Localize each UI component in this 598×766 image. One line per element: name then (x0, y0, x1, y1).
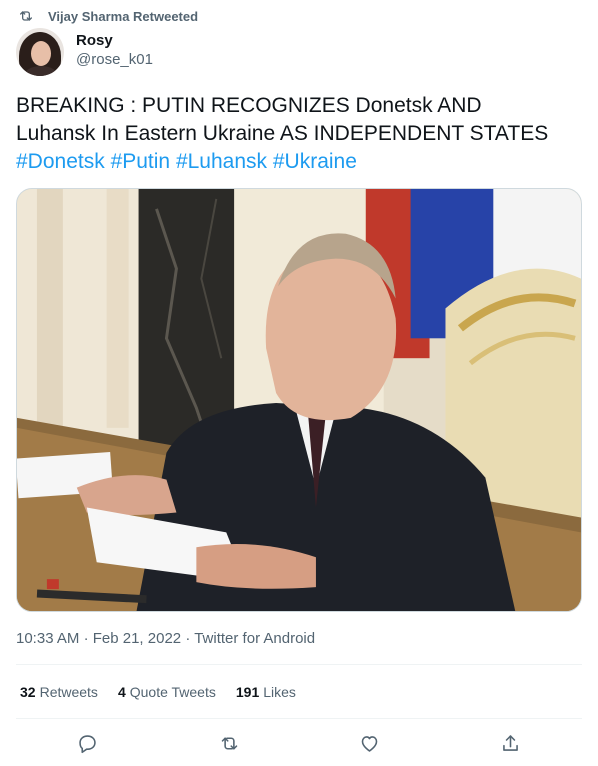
tweet-text: BREAKING : PUTIN RECOGNIZES Donetsk AND … (16, 92, 586, 176)
tweet-hashtags: #Donetsk #Putin #Luhansk #Ukraine (16, 148, 586, 176)
tweet-author: Rosy @rose_k01 (16, 28, 153, 76)
tweet-source[interactable]: Twitter for Android (194, 630, 315, 647)
share-button[interactable] (497, 730, 523, 756)
hashtag-link[interactable]: #Luhansk (176, 150, 267, 173)
hashtag-link[interactable]: #Putin (111, 150, 171, 173)
author-display-name[interactable]: Rosy (76, 32, 153, 50)
retweet-icon (221, 736, 237, 750)
hashtag-link[interactable]: #Donetsk (16, 150, 105, 173)
tweet-photo[interactable] (16, 188, 582, 612)
tweet-date[interactable]: Feb 21, 2022 (93, 630, 181, 647)
likes-count[interactable]: 191 Likes (236, 684, 296, 700)
divider (16, 664, 582, 665)
retweets-count[interactable]: 32 Retweets (20, 684, 98, 700)
retweet-icon (20, 11, 32, 21)
reply-button[interactable] (74, 730, 100, 756)
retweet-banner[interactable]: Vijay Sharma Retweeted (18, 7, 198, 25)
like-button[interactable] (356, 730, 382, 756)
quote-tweets-count[interactable]: 4 Quote Tweets (118, 684, 216, 700)
tweet-stats: 32 Retweets 4 Quote Tweets 191 Likes (20, 684, 316, 700)
tweet-actions (16, 730, 582, 756)
tweet-metadata: 10:33 AM · Feb 21, 2022 · Twitter for An… (16, 630, 316, 647)
retweet-button[interactable] (216, 730, 242, 756)
author-handle[interactable]: @rose_k01 (76, 50, 153, 70)
divider (16, 718, 582, 719)
hashtag-link[interactable]: #Ukraine (273, 150, 357, 173)
reply-icon (78, 734, 96, 753)
tweet-text-line-2: Luhansk In Eastern Ukraine AS INDEPENDEN… (16, 122, 549, 145)
tweet-text-line-1: BREAKING : PUTIN RECOGNIZES Donetsk AND (16, 94, 482, 117)
tweet-time[interactable]: 10:33 AM (16, 630, 79, 647)
share-icon (502, 734, 518, 751)
heart-icon (361, 735, 377, 752)
avatar[interactable] (16, 28, 64, 76)
retweet-banner-text: Vijay Sharma Retweeted (48, 8, 199, 24)
